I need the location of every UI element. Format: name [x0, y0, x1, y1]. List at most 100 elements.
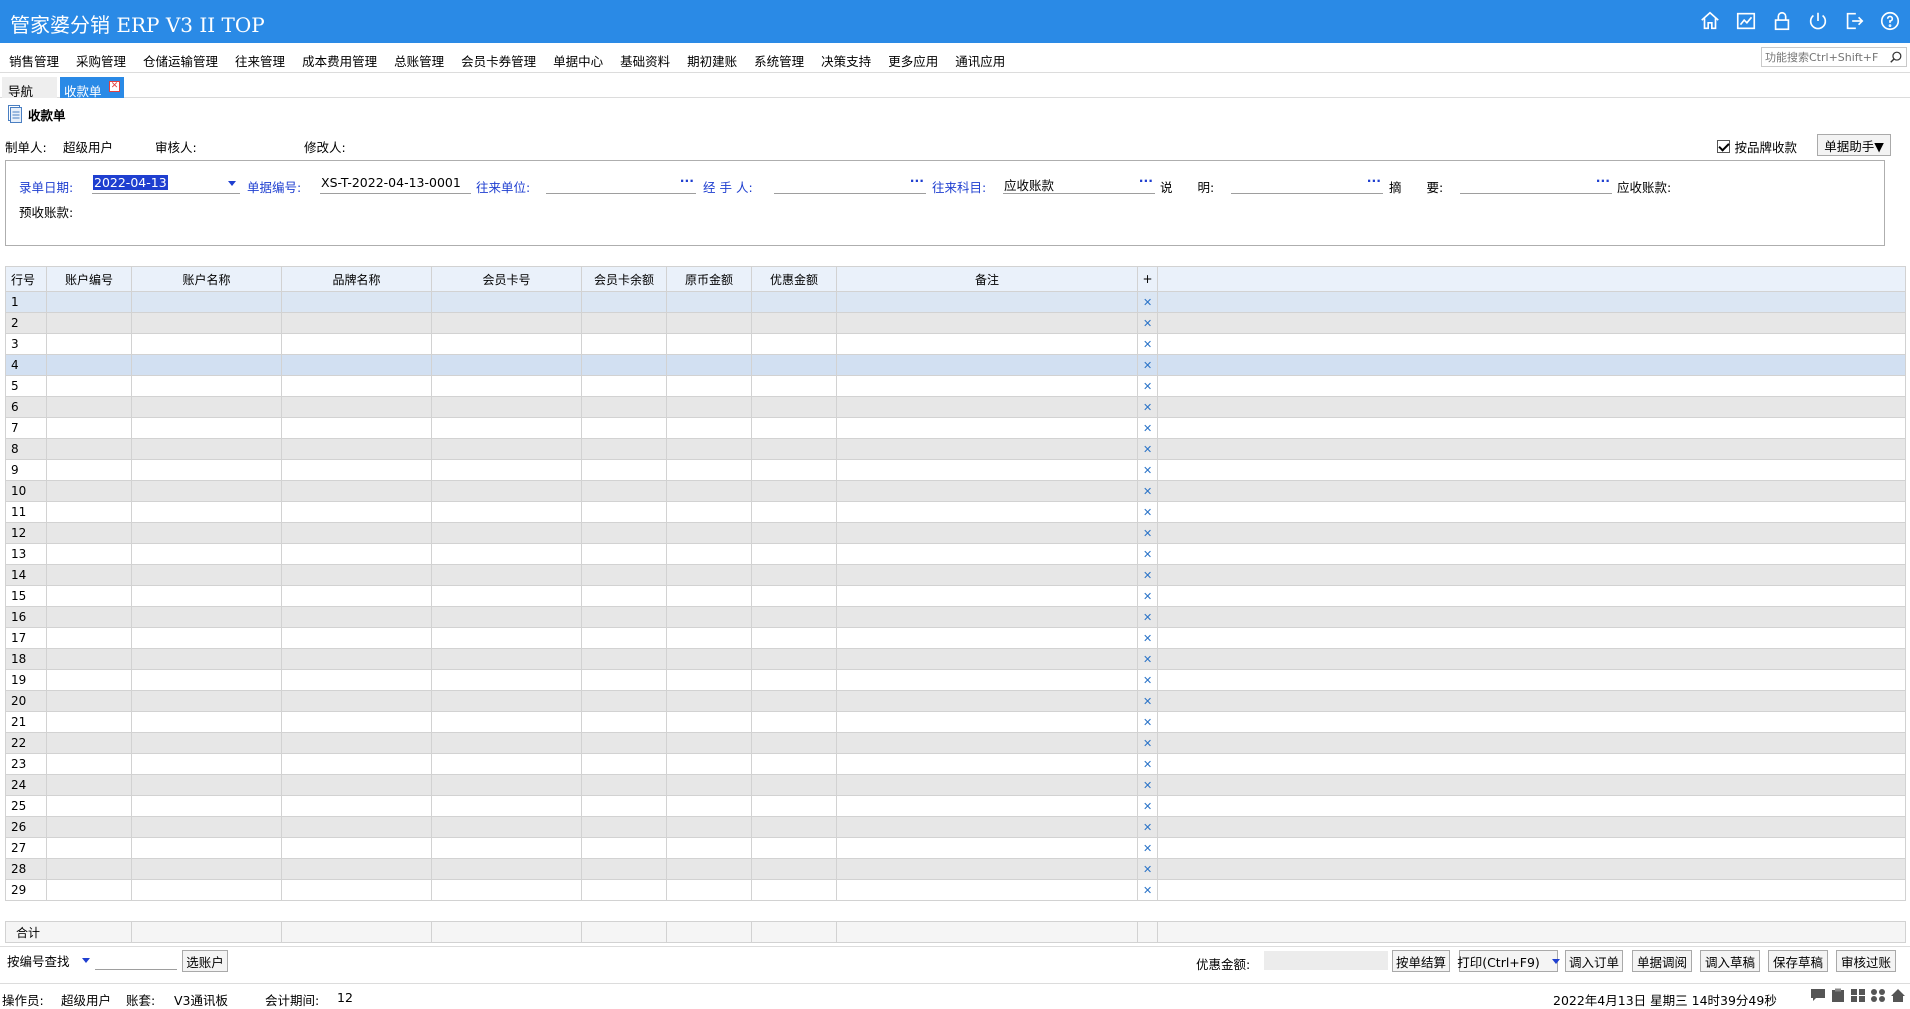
discount-amount-cell[interactable] — [751, 711, 837, 733]
menu-item-decision[interactable]: 决策支持 — [821, 51, 871, 70]
card-balance-cell[interactable] — [581, 669, 667, 691]
original-amount-cell[interactable] — [666, 438, 752, 460]
member-card-cell[interactable] — [431, 522, 582, 544]
member-card-cell[interactable] — [431, 669, 582, 691]
remark-cell[interactable] — [836, 543, 1138, 565]
account-name-cell[interactable] — [131, 291, 282, 313]
account-code-cell[interactable] — [46, 774, 132, 796]
clipboard-icon[interactable] — [1830, 988, 1846, 1003]
remark-cell[interactable] — [836, 438, 1138, 460]
chart-icon[interactable] — [1734, 9, 1758, 33]
table-row[interactable]: 5 ✕ — [5, 375, 1906, 397]
settle-by-order-button[interactable]: 按单结算 — [1392, 950, 1450, 972]
select-account-button[interactable]: 选账户 — [182, 950, 228, 972]
discount-amount-cell[interactable] — [751, 648, 837, 670]
account-code-cell[interactable] — [46, 711, 132, 733]
account-name-cell[interactable] — [131, 690, 282, 712]
table-row[interactable]: 27 ✕ — [5, 837, 1906, 859]
card-balance-cell[interactable] — [581, 417, 667, 439]
discount-amount-cell[interactable] — [751, 606, 837, 628]
brand-name-cell[interactable] — [281, 417, 432, 439]
account-code-cell[interactable] — [46, 312, 132, 334]
menu-item-comm-apps[interactable]: 通讯应用 — [955, 51, 1005, 70]
menu-item-doc-center[interactable]: 单据中心 — [553, 51, 603, 70]
delete-row-icon[interactable]: ✕ — [1143, 758, 1152, 771]
discount-amount-cell[interactable] — [751, 627, 837, 649]
table-row[interactable]: 4 ✕ — [5, 354, 1906, 376]
delete-row-icon[interactable]: ✕ — [1143, 422, 1152, 435]
member-card-cell[interactable] — [431, 459, 582, 481]
discount-amount-cell[interactable] — [751, 396, 837, 418]
member-card-cell[interactable] — [431, 795, 582, 817]
delete-row-icon[interactable]: ✕ — [1143, 548, 1152, 561]
member-card-cell[interactable] — [431, 879, 582, 901]
member-card-cell[interactable] — [431, 711, 582, 733]
account-code-cell[interactable] — [46, 816, 132, 838]
account-code-cell[interactable] — [46, 459, 132, 481]
member-card-cell[interactable] — [431, 648, 582, 670]
card-balance-cell[interactable] — [581, 354, 667, 376]
discount-amount-cell[interactable] — [751, 564, 837, 586]
brand-name-cell[interactable] — [281, 312, 432, 334]
brand-name-cell[interactable] — [281, 354, 432, 376]
table-row[interactable]: 29 ✕ — [5, 879, 1906, 901]
account-code-cell[interactable] — [46, 627, 132, 649]
brand-name-cell[interactable] — [281, 585, 432, 607]
account-name-cell[interactable] — [131, 627, 282, 649]
delete-row-icon[interactable]: ✕ — [1143, 569, 1152, 582]
view-document-button[interactable]: 单据调阅 — [1632, 950, 1692, 972]
original-amount-cell[interactable] — [666, 522, 752, 544]
menu-item-system[interactable]: 系统管理 — [754, 51, 804, 70]
account-code-cell[interactable] — [46, 753, 132, 775]
original-amount-cell[interactable] — [666, 606, 752, 628]
account-name-cell[interactable] — [131, 669, 282, 691]
message-icon[interactable] — [1810, 988, 1826, 1003]
col-header-original-amount[interactable]: 原币金额 — [666, 266, 752, 292]
member-card-cell[interactable] — [431, 774, 582, 796]
delete-row-icon[interactable]: ✕ — [1143, 632, 1152, 645]
original-amount-cell[interactable] — [666, 837, 752, 859]
brand-name-cell[interactable] — [281, 522, 432, 544]
member-card-cell[interactable] — [431, 501, 582, 523]
original-amount-cell[interactable] — [666, 585, 752, 607]
function-search-input[interactable] — [1762, 48, 1886, 66]
account-code-cell[interactable] — [46, 438, 132, 460]
apps-icon[interactable] — [1870, 988, 1886, 1003]
unit-field[interactable]: ··· — [546, 173, 696, 194]
account-name-cell[interactable] — [131, 837, 282, 859]
delete-row-icon[interactable]: ✕ — [1143, 380, 1152, 393]
discount-amount-cell[interactable] — [751, 438, 837, 460]
delete-row-icon[interactable]: ✕ — [1143, 359, 1152, 372]
account-code-cell[interactable] — [46, 417, 132, 439]
delete-row-icon[interactable]: ✕ — [1143, 737, 1152, 750]
remark-cell[interactable] — [836, 564, 1138, 586]
card-balance-cell[interactable] — [581, 375, 667, 397]
import-draft-button[interactable]: 调入草稿 — [1700, 950, 1760, 972]
remark-cell[interactable] — [836, 375, 1138, 397]
account-name-cell[interactable] — [131, 438, 282, 460]
table-row[interactable]: 23 ✕ — [5, 753, 1906, 775]
menu-item-basic-data[interactable]: 基础资料 — [620, 51, 670, 70]
original-amount-cell[interactable] — [666, 690, 752, 712]
discount-amount-cell[interactable] — [751, 732, 837, 754]
card-balance-cell[interactable] — [581, 522, 667, 544]
remark-cell[interactable] — [836, 879, 1138, 901]
remark-cell[interactable] — [836, 627, 1138, 649]
card-balance-cell[interactable] — [581, 795, 667, 817]
brand-name-cell[interactable] — [281, 501, 432, 523]
card-balance-cell[interactable] — [581, 312, 667, 334]
help-icon[interactable] — [1878, 9, 1902, 33]
member-card-cell[interactable] — [431, 354, 582, 376]
discount-amount-cell[interactable] — [751, 417, 837, 439]
more-icon[interactable]: ··· — [680, 173, 694, 188]
discount-amount-cell[interactable] — [751, 543, 837, 565]
discount-amount-cell[interactable] — [751, 480, 837, 502]
remark-cell[interactable] — [836, 753, 1138, 775]
delete-row-icon[interactable]: ✕ — [1143, 296, 1152, 309]
remark-cell[interactable] — [836, 648, 1138, 670]
remark-cell[interactable] — [836, 480, 1138, 502]
brand-name-cell[interactable] — [281, 816, 432, 838]
add-column-button[interactable]: + — [1137, 266, 1158, 292]
table-row[interactable]: 10 ✕ — [5, 480, 1906, 502]
by-brand-checkbox[interactable]: 按品牌收款 — [1717, 137, 1797, 156]
